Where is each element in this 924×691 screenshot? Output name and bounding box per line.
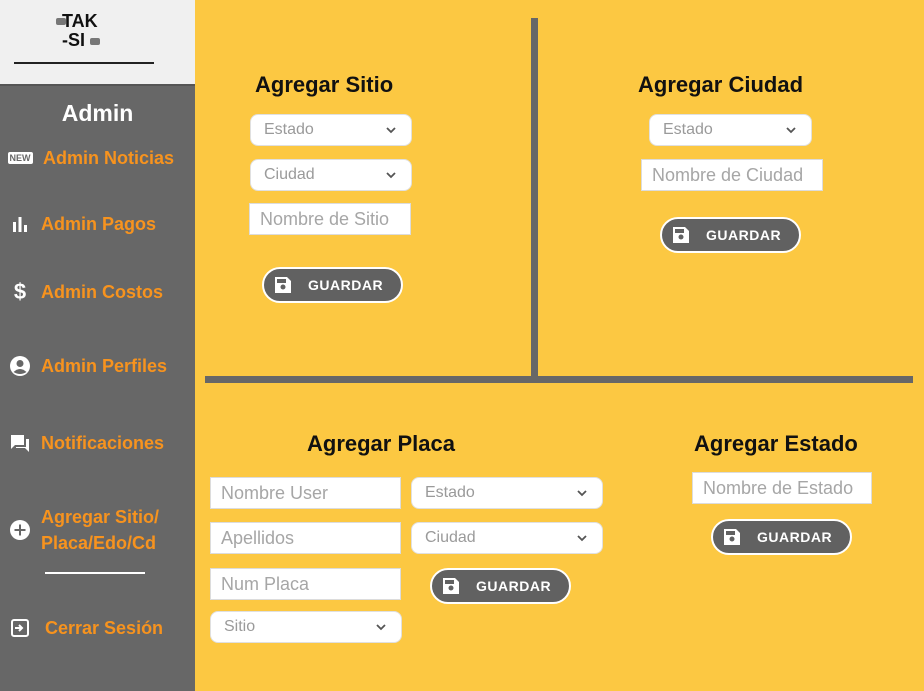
sidebar-item-admin-perfiles[interactable]: Admin Perfiles bbox=[0, 353, 195, 379]
vertical-divider bbox=[531, 18, 538, 378]
save-button-label: GUARDAR bbox=[308, 277, 384, 293]
sidebar: Admin NEW Admin Noticias Admin Pagos $ A… bbox=[0, 84, 195, 691]
save-button-label: GUARDAR bbox=[706, 227, 782, 243]
input-placeholder: Nombre de Ciudad bbox=[652, 164, 804, 185]
sitio-estado-select[interactable]: Estado bbox=[250, 114, 412, 146]
sidebar-item-label: Notificaciones bbox=[41, 433, 165, 453]
sitio-nombre-input[interactable]: Nombre de Sitio bbox=[249, 203, 411, 235]
new-badge-icon: NEW bbox=[0, 152, 40, 164]
sidebar-item-label: Admin Pagos bbox=[41, 214, 157, 234]
sidebar-item-label: Placa/Edo/Cd bbox=[41, 533, 157, 553]
chevron-down-icon bbox=[376, 624, 386, 631]
ciudad-nombre-input[interactable]: Nombre de Ciudad bbox=[641, 159, 823, 191]
sitio-save-button[interactable]: GUARDAR bbox=[262, 267, 403, 303]
car-icon bbox=[90, 38, 100, 45]
forum-icon bbox=[0, 432, 40, 454]
sidebar-item-admin-noticias[interactable]: NEW Admin Noticias bbox=[0, 145, 195, 171]
input-placeholder: Num Placa bbox=[221, 573, 310, 594]
ciudad-save-button[interactable]: GUARDAR bbox=[660, 217, 801, 253]
placa-nombre-user-input[interactable]: Nombre User bbox=[210, 477, 401, 509]
select-value: Ciudad bbox=[425, 529, 476, 546]
sidebar-item-cerrar-sesion[interactable]: Cerrar Sesión bbox=[0, 615, 195, 641]
chevron-down-icon bbox=[386, 172, 396, 179]
save-icon bbox=[275, 277, 291, 293]
placa-ciudad-select[interactable]: Ciudad bbox=[411, 522, 603, 554]
placa-estado-select[interactable]: Estado bbox=[411, 477, 603, 509]
input-placeholder: Nombre User bbox=[221, 482, 329, 503]
chevron-down-icon bbox=[386, 127, 396, 134]
select-value: Sitio bbox=[224, 618, 256, 635]
chevron-down-icon bbox=[577, 490, 587, 497]
sidebar-item-label-group: Agregar Sitio/ Placa/Edo/Cd bbox=[41, 504, 159, 556]
input-placeholder: Apellidos bbox=[221, 527, 295, 548]
logout-icon bbox=[0, 618, 40, 638]
sitio-title: Agregar Sitio bbox=[255, 72, 394, 97]
sidebar-item-notificaciones[interactable]: Notificaciones bbox=[0, 430, 195, 456]
sidebar-title: Admin bbox=[61, 100, 134, 126]
select-value: Ciudad bbox=[264, 166, 315, 183]
input-placeholder: Nombre de Estado bbox=[703, 477, 854, 498]
sidebar-item-admin-costos[interactable]: $ Admin Costos bbox=[0, 279, 195, 305]
logo-divider bbox=[14, 62, 154, 64]
save-button-label: GUARDAR bbox=[757, 529, 833, 545]
ciudad-title: Agregar Ciudad bbox=[638, 72, 804, 97]
sidebar-item-label: Agregar Sitio/ bbox=[41, 507, 160, 527]
save-icon bbox=[724, 529, 740, 545]
estado-title: Agregar Estado bbox=[694, 431, 858, 456]
save-icon bbox=[673, 227, 689, 243]
sidebar-item-label: Admin Noticias bbox=[43, 148, 175, 168]
save-icon bbox=[443, 578, 459, 594]
chevron-down-icon bbox=[577, 535, 587, 542]
save-button-label: GUARDAR bbox=[476, 578, 552, 594]
app-root: TAK -SI Admin NEW Admin Noticias Admin P… bbox=[0, 0, 924, 691]
bar-chart-icon bbox=[0, 215, 40, 233]
placa-save-button[interactable]: GUARDAR bbox=[430, 568, 571, 604]
horizontal-divider bbox=[205, 376, 913, 383]
select-value: Estado bbox=[663, 121, 713, 138]
account-circle-icon bbox=[0, 355, 40, 377]
ciudad-estado-select[interactable]: Estado bbox=[649, 114, 812, 146]
chevron-down-icon bbox=[786, 127, 796, 134]
main-content: Agregar Sitio Estado Ciudad Nombre de Si… bbox=[195, 0, 924, 691]
placa-num-placa-input[interactable]: Num Placa bbox=[210, 568, 401, 600]
sidebar-item-label: Cerrar Sesión bbox=[45, 618, 164, 638]
input-placeholder: Nombre de Sitio bbox=[260, 208, 390, 229]
sidebar-item-label: Admin Costos bbox=[41, 282, 164, 302]
placa-title: Agregar Placa bbox=[307, 431, 455, 456]
sidebar-item-agregar[interactable]: Agregar Sitio/ Placa/Edo/Cd bbox=[0, 504, 195, 556]
sidebar-item-admin-pagos[interactable]: Admin Pagos bbox=[0, 211, 195, 237]
sitio-ciudad-select[interactable]: Ciudad bbox=[250, 159, 412, 191]
dollar-icon: $ bbox=[13, 279, 27, 304]
sidebar-divider bbox=[45, 572, 145, 574]
logo-area: TAK -SI bbox=[0, 0, 195, 84]
add-circle-icon bbox=[0, 519, 40, 541]
placa-sitio-select[interactable]: Sitio bbox=[210, 611, 402, 643]
placa-apellidos-input[interactable]: Apellidos bbox=[210, 522, 401, 554]
car-icon bbox=[56, 18, 66, 25]
select-value: Estado bbox=[264, 121, 314, 138]
estado-nombre-input[interactable]: Nombre de Estado bbox=[692, 472, 872, 504]
new-badge-text: NEW bbox=[7, 152, 33, 164]
sidebar-item-label: Admin Perfiles bbox=[41, 356, 168, 376]
logo[interactable]: TAK -SI bbox=[56, 12, 102, 54]
estado-save-button[interactable]: GUARDAR bbox=[711, 519, 852, 555]
select-value: Estado bbox=[425, 484, 475, 501]
